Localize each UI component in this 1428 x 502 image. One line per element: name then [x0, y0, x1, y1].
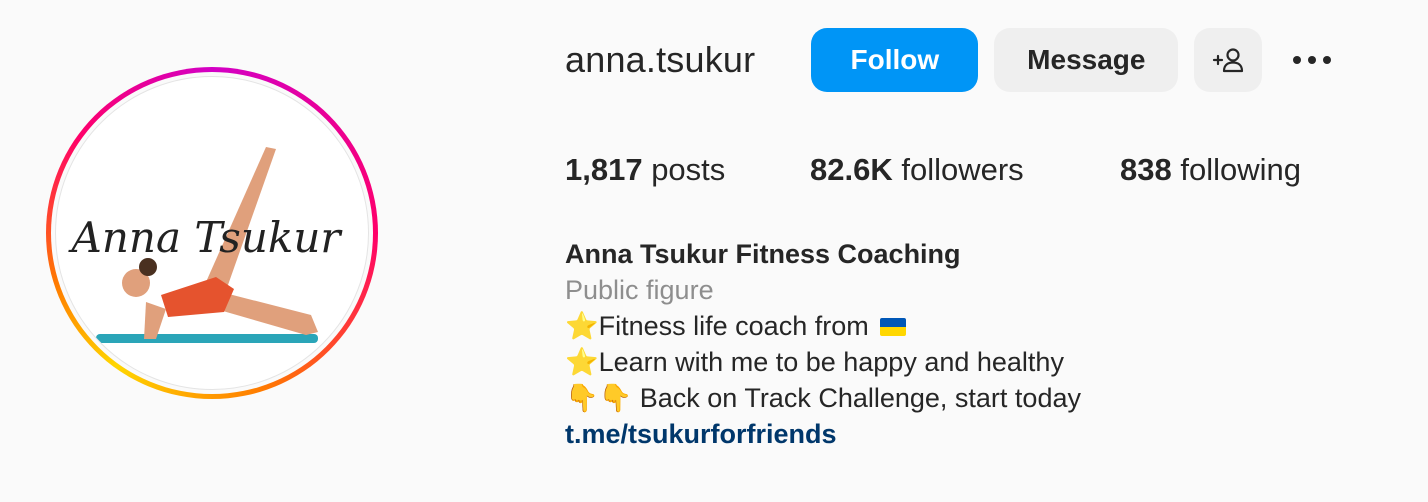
bio-line-1: ⭐Fitness life coach from — [565, 308, 1081, 344]
profile-stats: 1,817 posts 82.6K followers 838 followin… — [565, 152, 1301, 188]
profile-header-row: anna.tsukur Follow Message — [565, 28, 1346, 92]
profile-bio: Anna Tsukur Fitness Coaching Public figu… — [565, 236, 1081, 452]
suggest-user-button[interactable] — [1194, 28, 1263, 92]
avatar-gap: Anna Tsukur — [51, 72, 373, 394]
ukraine-flag-icon — [880, 318, 907, 336]
star-emoji: ⭐ — [565, 311, 599, 341]
star-emoji: ⭐ — [565, 347, 599, 377]
posts-label: posts — [642, 152, 726, 187]
followers-count: 82.6K — [810, 152, 893, 187]
more-horizontal-icon — [1293, 56, 1332, 64]
posts-count: 1,817 — [565, 152, 643, 187]
bio-external-link[interactable]: t.me/tsukurforfriends — [565, 419, 837, 449]
person-add-icon — [1213, 48, 1244, 73]
bio-line-3-text: Back on Track Challenge, start today — [632, 383, 1081, 413]
bio-category: Public figure — [565, 275, 714, 305]
following-label: following — [1171, 152, 1301, 187]
follow-button[interactable]: Follow — [811, 28, 979, 92]
avatar[interactable]: Anna Tsukur — [55, 76, 369, 390]
bio-line-2-text: Learn with me to be happy and healthy — [598, 347, 1064, 377]
stat-following[interactable]: 838 following — [1120, 152, 1301, 188]
more-options-button[interactable] — [1278, 28, 1346, 92]
avatar-image: Anna Tsukur — [68, 147, 344, 343]
bio-line-1-text: Fitness life coach from — [598, 311, 869, 341]
stat-posts: 1,817 posts — [565, 152, 810, 188]
stat-followers[interactable]: 82.6K followers — [810, 152, 1120, 188]
bio-full-name: Anna Tsukur Fitness Coaching — [565, 239, 961, 269]
bio-line-2: ⭐Learn with me to be happy and healthy — [565, 344, 1081, 380]
yoga-mat — [96, 334, 318, 343]
message-button[interactable]: Message — [994, 28, 1179, 92]
swimsuit — [161, 277, 234, 317]
arm — [144, 302, 166, 339]
bio-line-3: 👇👇 Back on Track Challenge, start today — [565, 380, 1081, 416]
following-count: 838 — [1120, 152, 1172, 187]
avatar-name-text: Anna Tsukur — [68, 213, 344, 262]
followers-label: followers — [892, 152, 1024, 187]
pointing-down-emoji: 👇👇 — [565, 383, 633, 413]
extended-leg — [216, 292, 318, 335]
profile-avatar-story-ring[interactable]: Anna Tsukur — [46, 67, 378, 399]
username: anna.tsukur — [565, 39, 756, 80]
